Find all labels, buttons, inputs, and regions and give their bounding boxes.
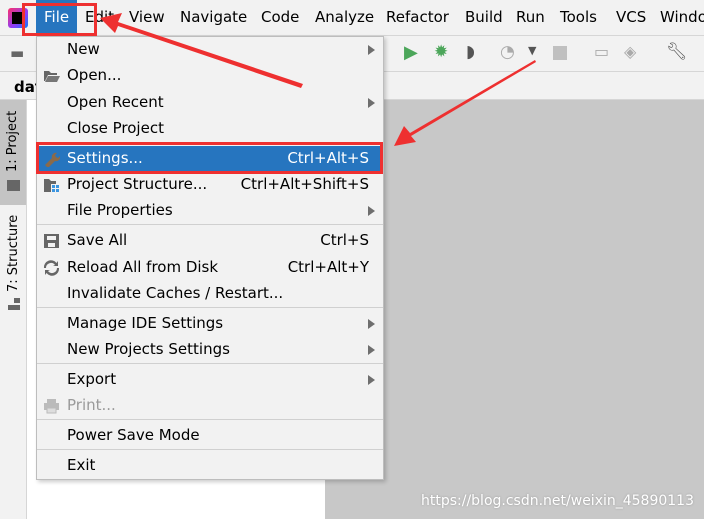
watermark: https://blog.csdn.net/weixin_45890113 — [420, 493, 694, 509]
annotation-arrow-file — [100, 13, 303, 88]
annotation-arrows — [100, 13, 536, 146]
annotation-arrow-settings — [394, 60, 536, 146]
